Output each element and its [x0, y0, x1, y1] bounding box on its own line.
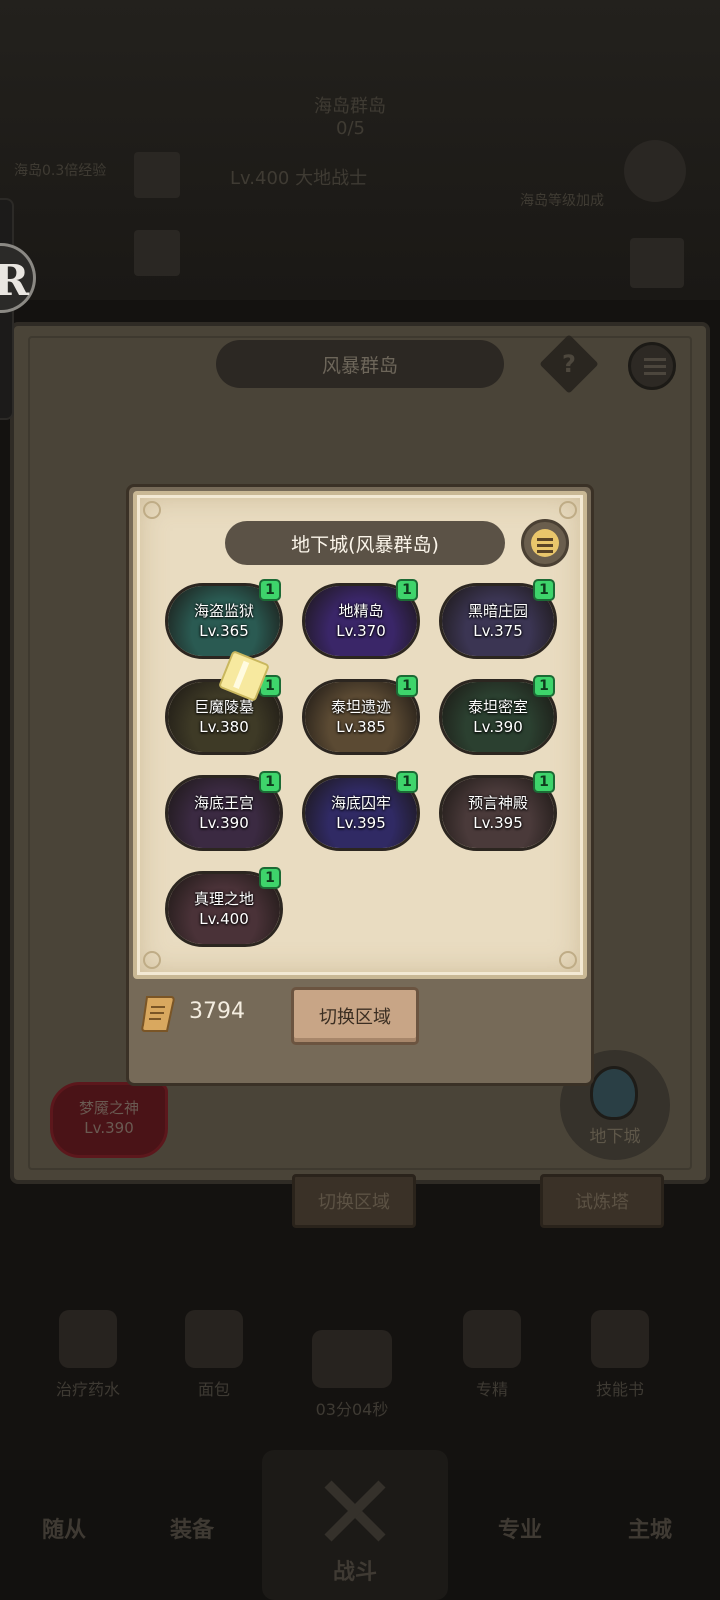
skill-slot-2[interactable]: [134, 230, 180, 276]
currency-value: 3794: [189, 999, 245, 1024]
trial-tower-button[interactable]: 试炼塔: [540, 1174, 664, 1228]
nav-city[interactable]: 主城: [590, 1512, 710, 1544]
dungeon-level: Lv.380: [199, 718, 249, 736]
dungeon-name: 真理之地: [193, 890, 254, 908]
menu-icon: [644, 358, 666, 361]
nav-followers[interactable]: 随从: [4, 1512, 124, 1544]
boss-name: 梦魇之神: [78, 1099, 139, 1117]
dungeon-count-badge: 1: [259, 579, 281, 601]
boss-chip[interactable]: 梦魇之神 Lv.390: [50, 1082, 168, 1158]
potion-icon: [59, 1310, 117, 1368]
item-mastery[interactable]: 专精: [442, 1310, 542, 1400]
dialog-menu-button[interactable]: [521, 519, 569, 567]
mastery-icon: [463, 1310, 521, 1368]
dungeon-count-badge: 1: [259, 771, 281, 793]
dungeon-level: Lv.385: [336, 718, 386, 736]
bottom-nav: 随从 装备 战斗 专业 主城: [0, 1450, 720, 1600]
dungeon-level: Lv.395: [473, 814, 523, 832]
skillbook-icon: [591, 1310, 649, 1368]
bg-switch-region-button[interactable]: 切换区域: [292, 1174, 416, 1228]
dungeon-count-badge: 1: [533, 579, 555, 601]
left-info: 海岛0.3倍经验: [14, 163, 107, 179]
dungeon-name: 海盗监狱: [193, 602, 254, 620]
dungeon-count-badge: 1: [396, 579, 418, 601]
nav-battle-label: 战斗: [332, 1560, 377, 1585]
dungeon-level: Lv.375: [473, 622, 523, 640]
item-skillbook[interactable]: 技能书: [570, 1310, 670, 1400]
region-menu-button[interactable]: [628, 342, 676, 390]
nav-battle[interactable]: 战斗: [262, 1450, 448, 1600]
nav-equipment[interactable]: 装备: [132, 1512, 252, 1544]
dungeon-name: 海底王宫: [193, 794, 254, 812]
right-info: 海岛等级加成: [520, 193, 604, 209]
book-icon: [312, 1330, 392, 1388]
top-level-text: Lv.400 大地战士: [230, 168, 368, 189]
dungeon-level: Lv.390: [199, 814, 249, 832]
crossed-swords-icon: [324, 1480, 386, 1542]
dungeon-count-badge: 1: [396, 771, 418, 793]
item-timer: 03分04秒: [302, 1330, 402, 1420]
dungeon-count-badge: 1: [533, 675, 555, 697]
top-title: 海岛群岛: [314, 96, 386, 117]
dungeon-name: 泰坦遗迹: [330, 698, 391, 716]
dungeon-name: 地精岛: [338, 602, 384, 620]
skill-slot-1[interactable]: [134, 152, 180, 198]
dungeon-count-badge: 1: [533, 771, 555, 793]
dungeon-gem-icon: [590, 1066, 638, 1120]
dungeon-level: Lv.370: [336, 622, 386, 640]
dungeon-level: Lv.390: [473, 718, 523, 736]
dungeon-name: 海底囚牢: [330, 794, 391, 812]
item-bread[interactable]: 面包: [164, 1310, 264, 1400]
item-potion[interactable]: 治疗药水: [38, 1310, 138, 1400]
nav-profession[interactable]: 专业: [460, 1512, 580, 1544]
switch-region-button[interactable]: 切换区域: [291, 987, 419, 1045]
bread-icon: [185, 1310, 243, 1368]
boss-level: Lv.390: [84, 1119, 134, 1137]
top-status-area: [0, 0, 720, 300]
dungeon-entry-label: 地下城: [589, 1127, 641, 1147]
dungeon-dialog: 地下城(风暴群岛) 海盗监狱 Lv.365 1 地精岛 Lv.370 1 黑暗庄园 Lv.37…: [126, 484, 594, 1086]
scroll-currency-icon: [141, 996, 175, 1032]
region-name: 风暴群岛: [216, 340, 504, 388]
dungeon-name: 预言神殿: [467, 794, 528, 812]
chest-icon[interactable]: [630, 238, 684, 288]
floating-ball-letter: R: [0, 256, 29, 305]
dungeon-count-badge: 1: [259, 867, 281, 889]
help-button[interactable]: ?: [539, 334, 599, 394]
dungeon-level: Lv.400: [199, 910, 249, 928]
dungeon-level: Lv.365: [199, 622, 249, 640]
parchment-panel: 地下城(风暴群岛) 海盗监狱 Lv.365 1 地精岛 Lv.370 1 黑暗庄园 Lv.37…: [133, 491, 587, 979]
question-icon: ?: [562, 350, 576, 378]
dungeon-name: 黑暗庄园: [467, 602, 528, 620]
gear-icon[interactable]: [624, 140, 686, 202]
top-counter: 0/5: [336, 118, 365, 139]
dialog-title: 地下城(风暴群岛): [225, 521, 505, 565]
dungeon-name: 泰坦密室: [467, 698, 528, 716]
dungeon-level: Lv.395: [336, 814, 386, 832]
dungeon-name: 巨魔陵墓: [193, 698, 254, 716]
dungeon-count-badge: 1: [396, 675, 418, 697]
